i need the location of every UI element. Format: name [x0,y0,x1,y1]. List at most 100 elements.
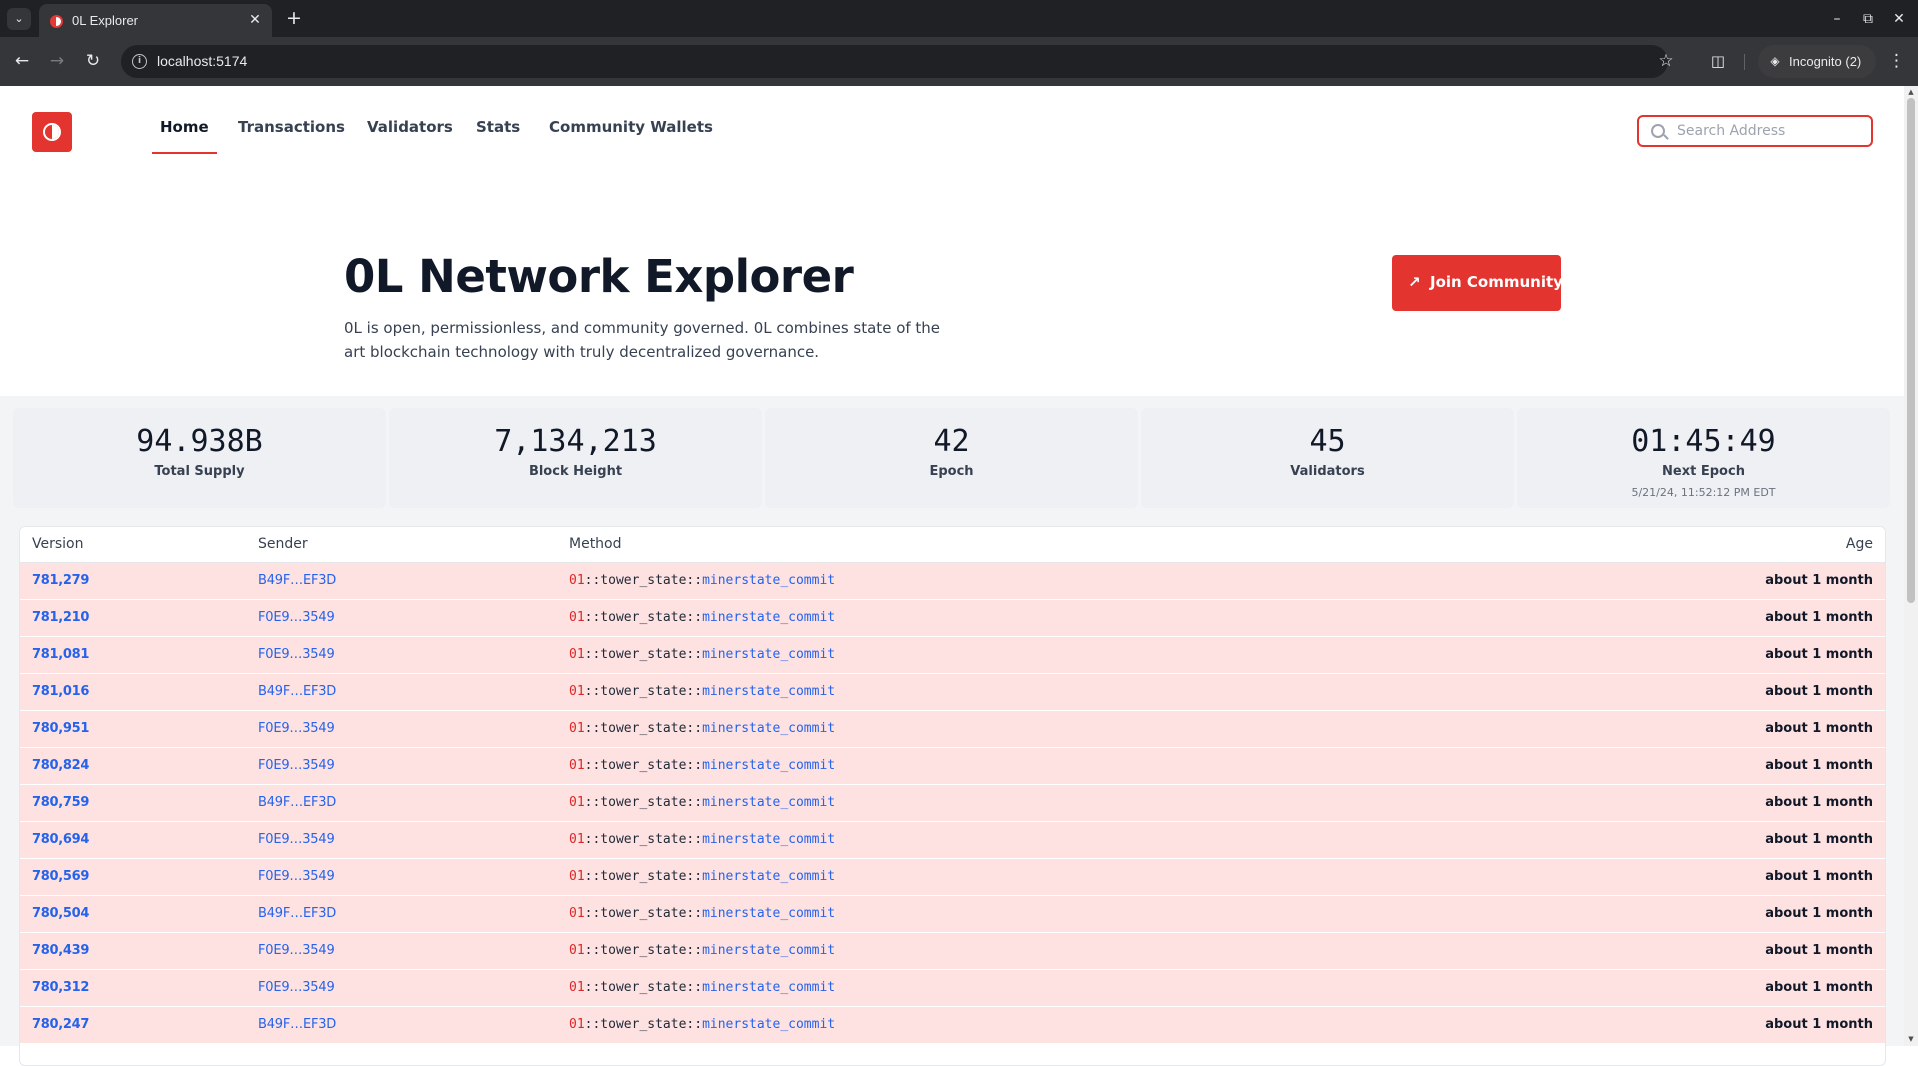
scroll-down-arrow-icon[interactable]: ▼ [1907,1035,1915,1043]
search-box[interactable] [1637,115,1873,147]
version-link[interactable]: 781,016 [32,684,89,699]
table-row[interactable]: 781,016 B49F…EF3D 01::tower_state::minerst… [20,674,1885,711]
version-link[interactable]: 781,081 [32,647,89,662]
toolbar-divider [1744,54,1745,70]
age-cell: about 1 month [1765,943,1873,958]
version-link[interactable]: 781,279 [32,573,89,588]
method-cell: 01::tower_state::minerstate_commit [569,758,835,773]
method-address: 01 [569,647,585,662]
forward-arrow-icon[interactable]: → [45,49,69,73]
method-function: minerstate_commit [702,647,836,662]
method-cell: 01::tower_state::minerstate_commit [569,980,835,995]
age-cell: about 1 month [1765,906,1873,921]
site-info-icon[interactable]: i [132,54,147,69]
method-module: ::tower_state:: [584,758,703,773]
table-row[interactable]: 780,694 F0E9…3549 01::tower_state::minerst… [20,822,1885,859]
join-community-button[interactable]: ↗ Join Community [1392,255,1563,311]
table-row[interactable]: 780,951 F0E9…3549 01::tower_state::minerst… [20,711,1885,748]
back-arrow-icon[interactable]: ← [10,49,34,73]
table-row[interactable]: 780,247 B49F…EF3D 01::tower_state::minerst… [20,1007,1885,1044]
reload-icon[interactable]: ↻ [81,49,105,73]
method-cell: 01::tower_state::minerstate_commit [569,610,835,625]
search-address-input[interactable] [1677,121,1863,141]
browser-tab-strip: ⌄ 0L Explorer ✕ + – ⧉ ✕ [0,0,1918,37]
table-row[interactable]: 781,081 F0E9…3549 01::tower_state::minerst… [20,637,1885,674]
method-function: minerstate_commit [702,980,836,995]
version-link[interactable]: 780,759 [32,795,89,810]
bookmark-star-icon[interactable]: ☆ [1654,49,1678,73]
sender-link[interactable]: F0E9…3549 [258,610,335,625]
stat-label: Epoch [929,464,974,479]
table-row[interactable]: 780,504 B49F…EF3D 01::tower_state::minerst… [20,896,1885,933]
method-cell: 01::tower_state::minerstate_commit [569,1017,835,1032]
sender-link[interactable]: B49F…EF3D [258,795,336,810]
version-link[interactable]: 780,694 [32,832,89,847]
sender-link[interactable]: F0E9…3549 [258,980,335,995]
external-link-arrow-icon: ↗ [1408,273,1421,291]
method-module: ::tower_state:: [584,1017,703,1032]
method-module: ::tower_state:: [584,795,703,810]
site-logo[interactable] [32,112,72,152]
address-bar-url[interactable]: localhost:5174 [157,53,247,69]
sender-link[interactable]: B49F…EF3D [258,906,336,921]
table-row[interactable]: 780,439 F0E9…3549 01::tower_state::minerst… [20,933,1885,970]
sender-link[interactable]: F0E9…3549 [258,721,335,736]
tab-favicon-icon [50,15,63,28]
version-link[interactable]: 780,504 [32,906,89,921]
sender-link[interactable]: F0E9…3549 [258,647,335,662]
scroll-up-arrow-icon[interactable]: ▲ [1907,88,1915,96]
tab-close-icon[interactable]: ✕ [246,11,264,29]
sender-link[interactable]: B49F…EF3D [258,684,336,699]
method-module: ::tower_state:: [584,943,703,958]
version-link[interactable]: 780,247 [32,1017,89,1032]
table-row[interactable]: 781,210 F0E9…3549 01::tower_state::minerst… [20,600,1885,637]
browser-tab[interactable]: 0L Explorer ✕ [39,4,272,37]
table-row[interactable]: 780,824 F0E9…3549 01::tower_state::minerst… [20,748,1885,785]
address-bar[interactable]: i localhost:5174 [121,45,1668,78]
nav-stats[interactable]: Stats [476,110,520,154]
version-link[interactable]: 781,210 [32,610,89,625]
sender-link[interactable]: B49F…EF3D [258,1017,336,1032]
sender-link[interactable]: B49F…EF3D [258,573,336,588]
join-community-label: Join Community [1430,273,1563,291]
nav-home[interactable]: Home [152,110,217,154]
sender-link[interactable]: F0E9…3549 [258,943,335,958]
table-row[interactable]: 780,312 F0E9…3549 01::tower_state::minerst… [20,970,1885,1007]
age-cell: about 1 month [1765,1017,1873,1032]
method-function: minerstate_commit [702,943,836,958]
scroll-thumb[interactable] [1907,98,1915,603]
version-link[interactable]: 780,439 [32,943,89,958]
table-header: Version Sender Method Age [20,527,1885,563]
nav-community-wallets[interactable]: Community Wallets [549,110,713,154]
method-address: 01 [569,573,585,588]
window-close-icon[interactable]: ✕ [1888,8,1910,30]
version-link[interactable]: 780,312 [32,980,89,995]
version-link[interactable]: 780,951 [32,721,89,736]
nav-validators[interactable]: Validators [367,110,453,154]
version-link[interactable]: 780,569 [32,869,89,884]
sender-link[interactable]: F0E9…3549 [258,758,335,773]
extensions-icon[interactable]: ◫ [1706,49,1730,73]
sender-link[interactable]: F0E9…3549 [258,832,335,847]
restore-icon[interactable]: ⧉ [1857,8,1879,30]
method-address: 01 [569,832,585,847]
method-function: minerstate_commit [702,906,836,921]
age-cell: about 1 month [1765,795,1873,810]
version-link[interactable]: 780,824 [32,758,89,773]
new-tab-plus-icon[interactable]: + [283,7,305,29]
method-module: ::tower_state:: [584,980,703,995]
tab-search-chevron-icon[interactable]: ⌄ [7,8,31,30]
table-row[interactable]: 780,759 B49F…EF3D 01::tower_state::minerst… [20,785,1885,822]
page-scrollbar[interactable]: ▲ ▼ [1904,86,1918,1046]
age-cell: about 1 month [1765,573,1873,588]
table-row[interactable]: 781,279 B49F…EF3D 01::tower_state::minerst… [20,563,1885,600]
nav-transactions[interactable]: Transactions [238,110,345,154]
stats-row: 94.938B Total Supply 7,134,213 Block Hei… [13,408,1890,508]
sender-link[interactable]: F0E9…3549 [258,869,335,884]
browser-menu-icon[interactable]: ⋮ [1888,49,1905,73]
method-address: 01 [569,1017,585,1032]
minimize-icon[interactable]: – [1826,8,1848,30]
table-row[interactable]: 780,569 F0E9…3549 01::tower_state::minerst… [20,859,1885,896]
method-cell: 01::tower_state::minerstate_commit [569,795,835,810]
incognito-profile-button[interactable]: ◈ Incognito (2) [1758,45,1876,78]
